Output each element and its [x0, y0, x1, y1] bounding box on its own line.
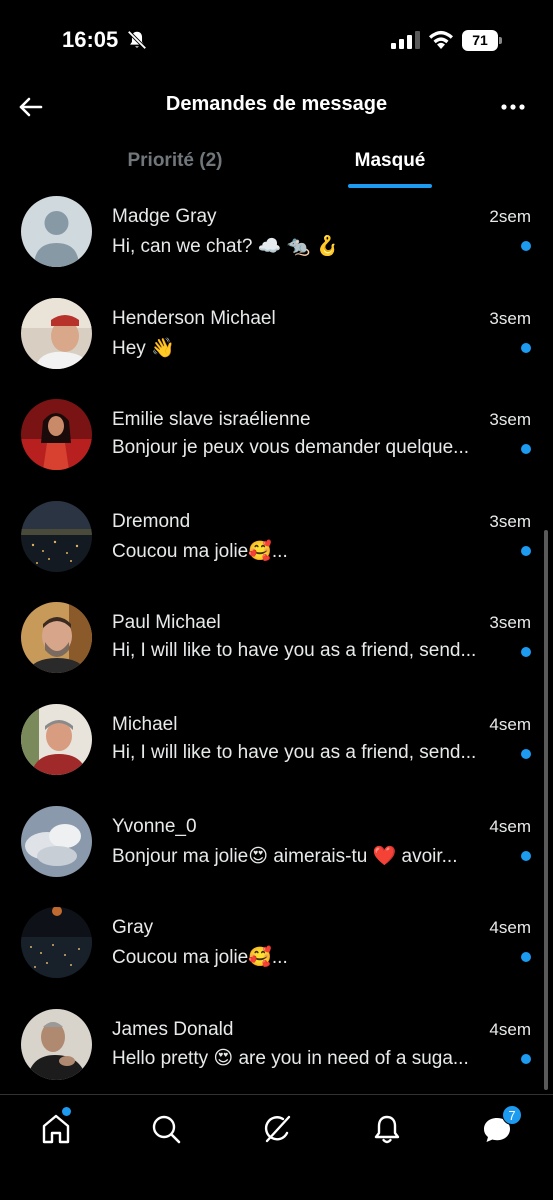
sender-name: Paul Michael	[112, 612, 221, 634]
avatar	[21, 297, 92, 369]
unread-indicator	[521, 444, 531, 455]
messages-badge: 7	[502, 1105, 522, 1125]
unread-indicator	[521, 748, 531, 759]
home-icon[interactable]	[36, 1109, 76, 1149]
list-item[interactable]: Yvonne_0 4sem Bonjour ma jolie😍 aimerais…	[0, 805, 553, 908]
list-item[interactable]: Dremond 3sem Coucou ma jolie🥰...	[0, 500, 553, 603]
sender-name: Henderson Michael	[112, 307, 276, 329]
message-time: 3sem	[489, 308, 531, 328]
message-preview: Coucou ma jolie🥰...	[112, 540, 288, 562]
tab-hidden[interactable]: Masqué	[330, 140, 450, 190]
default-avatar	[21, 196, 92, 267]
sender-name: James Donald	[112, 1018, 234, 1040]
avatar	[21, 703, 92, 775]
grok-icon[interactable]	[257, 1109, 297, 1149]
sender-name: Emilie slave israélienne	[112, 409, 311, 431]
list-item[interactable]: Emilie slave israélienne 3sem Bonjour je…	[0, 399, 553, 501]
bell-slash-icon	[127, 30, 147, 50]
list-item[interactable]: Michael 4sem Hi, I will like to have you…	[0, 703, 553, 806]
message-time: 3sem	[489, 613, 531, 633]
status-time: 16:05	[62, 27, 119, 52]
message-time: 2sem	[489, 207, 531, 226]
unread-indicator	[521, 1053, 531, 1064]
avatar	[21, 907, 92, 979]
message-preview: Hi, I will like to have you as a friend,…	[112, 640, 477, 662]
message-time: 4sem	[489, 1019, 531, 1039]
sender-name: Madge Gray	[112, 206, 217, 227]
battery-level: 71	[462, 30, 498, 51]
message-time: 3sem	[489, 511, 531, 531]
message-time: 3sem	[489, 410, 531, 430]
avatar	[21, 602, 92, 674]
header: Demandes de message	[0, 80, 553, 132]
tab-bar: Priorité (2) Masqué	[0, 140, 553, 190]
signal-icon	[391, 31, 420, 49]
active-tab-indicator	[348, 184, 432, 188]
message-preview: Bonjour je peux vous demander quelque...	[112, 437, 470, 459]
message-preview: Bonjour ma jolie😍 aimerais-tu ❤️ avoir..…	[112, 845, 458, 867]
message-preview: Hey 👋	[112, 337, 175, 359]
avatar	[21, 500, 92, 572]
scrollbar[interactable]	[544, 530, 548, 1090]
tab-priority[interactable]: Priorité (2)	[100, 140, 250, 190]
message-preview: Hi, can we chat? ☁️ 🐀 🪝	[112, 236, 340, 257]
message-time: 4sem	[489, 816, 531, 836]
message-preview: Hello pretty 😍 are you in need of a suga…	[112, 1047, 469, 1069]
sender-name: Michael	[112, 713, 178, 735]
sender-name: Yvonne_0	[112, 815, 197, 837]
avatar	[21, 805, 92, 877]
unread-indicator	[521, 241, 531, 251]
more-horizontal-icon[interactable]	[496, 90, 530, 124]
page-title: Demandes de message	[165, 93, 388, 115]
notifications-icon[interactable]	[367, 1109, 407, 1149]
conversation-list: Madge Gray 2sem Hi, can we chat? ☁️ 🐀 🪝 …	[0, 196, 553, 1110]
bottom-nav: 7	[0, 1094, 553, 1200]
list-item[interactable]: Paul Michael 3sem Hi, I will like to hav…	[0, 602, 553, 704]
unread-indicator	[521, 850, 531, 861]
status-bar: 16:05 71	[0, 0, 553, 80]
battery-icon: 71	[462, 30, 502, 51]
sender-name: Gray	[112, 917, 154, 939]
list-item[interactable]: Madge Gray 2sem Hi, can we chat? ☁️ 🐀 🪝	[0, 196, 553, 298]
message-preview: Hi, I will like to have you as a friend,…	[112, 741, 477, 763]
list-item[interactable]: Henderson Michael 3sem Hey 👋	[0, 297, 553, 400]
message-preview: Coucou ma jolie🥰...	[112, 947, 288, 969]
message-time: 4sem	[489, 918, 531, 938]
unread-indicator	[521, 342, 531, 353]
unread-indicator	[521, 545, 531, 556]
message-time: 4sem	[489, 714, 531, 734]
home-notification-dot	[62, 1107, 71, 1116]
avatar	[21, 399, 92, 471]
list-item[interactable]: Gray 4sem Coucou ma jolie🥰...	[0, 907, 553, 1009]
unread-indicator	[521, 952, 531, 963]
unread-indicator	[521, 647, 531, 658]
search-icon[interactable]	[146, 1109, 186, 1149]
tab-hidden-label: Masqué	[354, 150, 426, 171]
sender-name: Dremond	[112, 510, 191, 532]
wifi-icon	[429, 30, 453, 49]
avatar	[21, 1008, 92, 1080]
